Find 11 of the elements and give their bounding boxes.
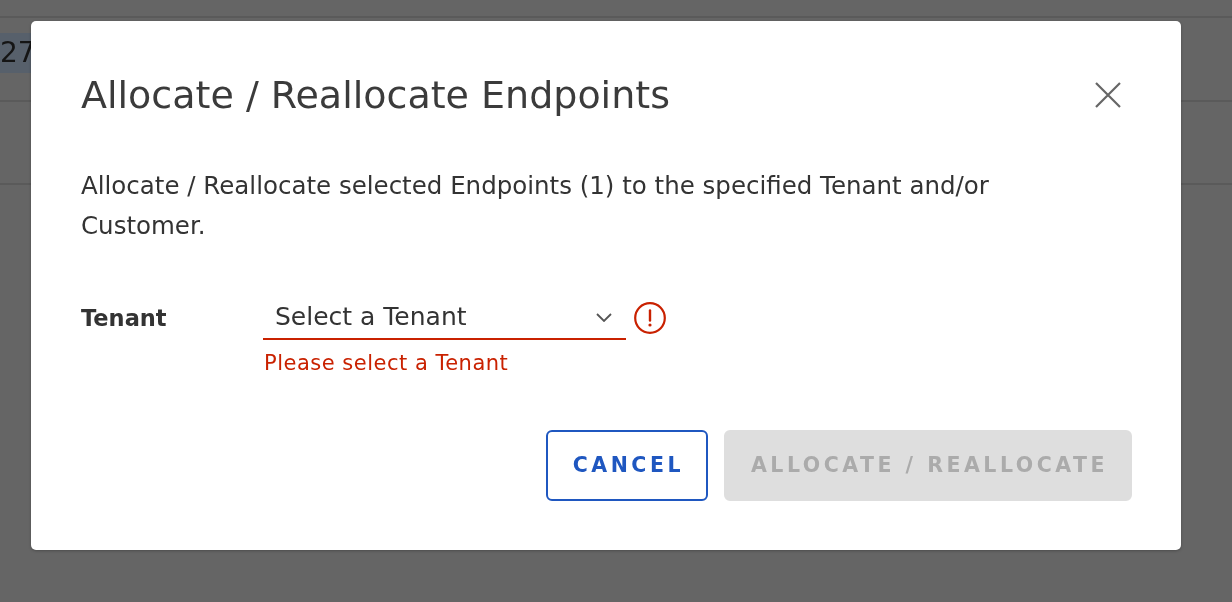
chevron-down-icon: [596, 312, 612, 322]
error-message: Please select a Tenant: [263, 351, 509, 376]
error-icon: [634, 302, 666, 334]
cancel-button[interactable]: CANCEL: [545, 430, 708, 501]
close-button[interactable]: [1095, 82, 1121, 108]
table-cell: 27: [0, 33, 31, 73]
tenant-select[interactable]: Select a Tenant: [263, 296, 626, 340]
close-icon: [1095, 82, 1121, 108]
field-label: Tenant: [81, 304, 168, 333]
dialog-title: Allocate / Reallocate Endpoints: [81, 72, 670, 119]
dialog-description: Allocate / Reallocate selected Endpoints (1) to the specified Tenant and/or Customer.: [81, 170, 990, 242]
